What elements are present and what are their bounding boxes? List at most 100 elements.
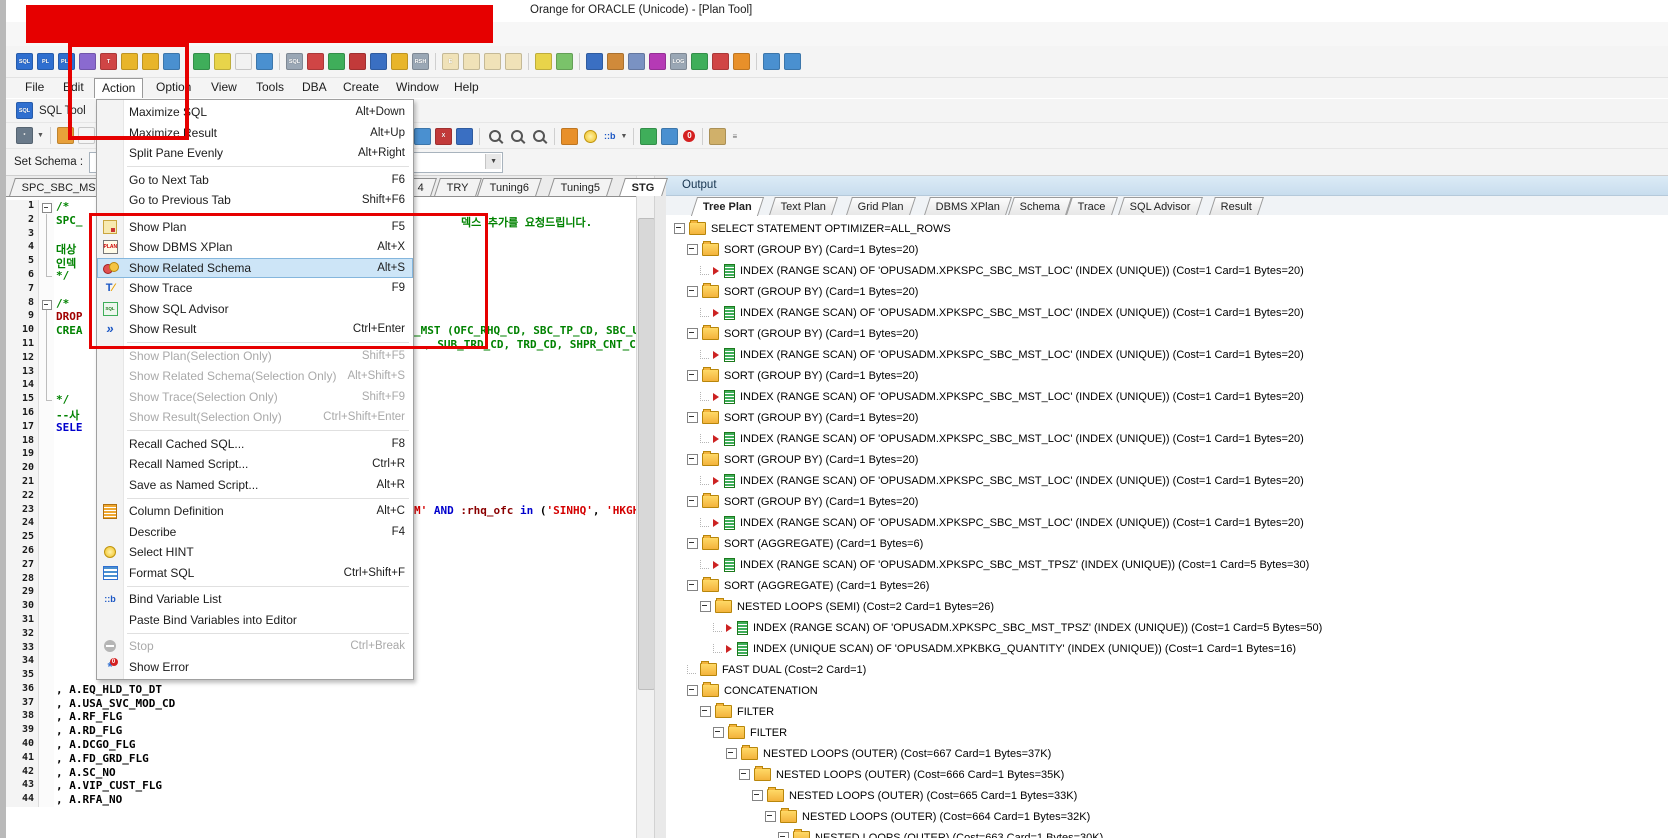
- tree-collapse-icon[interactable]: [687, 370, 698, 381]
- chevron-down-icon[interactable]: ▼: [485, 154, 501, 169]
- tree-collapse-icon[interactable]: [713, 727, 724, 738]
- tree-node[interactable]: INDEX (RANGE SCAN) OF 'OPUSADM.XPKSPC_SB…: [666, 512, 1668, 533]
- toolbar-icon[interactable]: PL: [37, 53, 54, 70]
- toolbar-icon[interactable]: [535, 53, 552, 70]
- hint-lightbulb-icon[interactable]: [584, 130, 597, 143]
- tree-node[interactable]: SORT (GROUP BY) (Card=1 Bytes=20): [666, 323, 1668, 344]
- menubar-item-dba[interactable]: DBA: [295, 78, 334, 97]
- tree-node[interactable]: NESTED LOOPS (OUTER) (Cost=664 Card=1 By…: [666, 806, 1668, 827]
- tree-collapse-icon[interactable]: [687, 454, 698, 465]
- toolbar-icon[interactable]: [628, 53, 645, 70]
- tree-node[interactable]: INDEX (RANGE SCAN) OF 'OPUSADM.XPKSPC_SB…: [666, 344, 1668, 365]
- menu-item-show-error[interactable]: *0Show Error: [97, 657, 413, 678]
- menubar-item-tools[interactable]: Tools: [249, 78, 291, 97]
- toolbar-icon[interactable]: SQL: [16, 53, 33, 70]
- tree-collapse-icon[interactable]: [674, 223, 685, 234]
- scrollbar-thumb[interactable]: [638, 218, 655, 690]
- tree-collapse-icon[interactable]: [778, 832, 789, 838]
- toolbar-icon[interactable]: [586, 53, 603, 70]
- toolbar-icon[interactable]: X: [435, 128, 452, 145]
- toolbar-icon[interactable]: [214, 53, 231, 70]
- output-tab-schema[interactable]: Schema: [1008, 197, 1072, 215]
- toolbar-overflow-icon[interactable]: ≡: [732, 132, 737, 141]
- tree-collapse-icon[interactable]: [726, 748, 737, 759]
- tree-node[interactable]: CONCATENATION: [666, 680, 1668, 701]
- tree-node[interactable]: SORT (GROUP BY) (Card=1 Bytes=20): [666, 239, 1668, 260]
- tree-node[interactable]: NESTED LOOPS (OUTER) (Cost=667 Card=1 By…: [666, 743, 1668, 764]
- tree-collapse-icon[interactable]: [739, 769, 750, 780]
- output-tab-text-plan[interactable]: Text Plan: [769, 197, 838, 215]
- toolbar-icon[interactable]: RSH: [412, 53, 429, 70]
- tree-node[interactable]: SORT (GROUP BY) (Card=1 Bytes=20): [666, 491, 1668, 512]
- output-tab-dbms-xplan[interactable]: DBMS XPlan: [924, 197, 1012, 215]
- toolbar-icon[interactable]: [193, 53, 210, 70]
- tree-node[interactable]: FAST DUAL (Cost=2 Card=1): [666, 659, 1668, 680]
- fold-collapse-icon[interactable]: [42, 203, 52, 213]
- menu-item-column-definition[interactable]: Column DefinitionAlt+C: [97, 501, 413, 522]
- menu-item-bind-variable-list[interactable]: ::bBind Variable List: [97, 589, 413, 610]
- output-tab-tree-plan[interactable]: Tree Plan: [691, 197, 764, 216]
- tree-node[interactable]: INDEX (RANGE SCAN) OF 'OPUSADM.XPKSPC_SB…: [666, 428, 1668, 449]
- tree-node[interactable]: SORT (GROUP BY) (Card=1 Bytes=20): [666, 449, 1668, 470]
- output-tab-sql-advisor[interactable]: SQL Advisor: [1118, 197, 1203, 215]
- menu-item-describe[interactable]: DescribeF4: [97, 522, 413, 543]
- toolbar-icon[interactable]: [556, 53, 573, 70]
- menu-item-go-to-next-tab[interactable]: Go to Next TabF6: [97, 170, 413, 191]
- tree-collapse-icon[interactable]: [687, 538, 698, 549]
- tree-collapse-icon[interactable]: [765, 811, 776, 822]
- tree-collapse-icon[interactable]: [687, 244, 698, 255]
- menubar-item-view[interactable]: View: [204, 78, 244, 97]
- toolbar-icon[interactable]: [784, 53, 801, 70]
- toolbar-icon[interactable]: [307, 53, 324, 70]
- chevron-down-icon[interactable]: ▼: [37, 132, 44, 139]
- tree-collapse-icon[interactable]: [752, 790, 763, 801]
- toolbar-icon[interactable]: [414, 128, 431, 145]
- tree-node[interactable]: FILTER: [666, 701, 1668, 722]
- menu-item-recall-named-script-[interactable]: Recall Named Script...Ctrl+R: [97, 454, 413, 475]
- toolbar-icon[interactable]: [561, 128, 578, 145]
- editor-tab-spc_sbc_ms[interactable]: SPC_SBC_MS: [9, 178, 109, 196]
- toolbar-icon[interactable]: [661, 128, 678, 145]
- editor-tab-stg[interactable]: STG: [619, 178, 667, 196]
- toolbar-icon[interactable]: [370, 53, 387, 70]
- toolbar-icon[interactable]: LOG: [670, 53, 687, 70]
- toolbar-icon[interactable]: [505, 53, 522, 70]
- search-icon[interactable]: [511, 130, 523, 142]
- toolbar-icon[interactable]: [640, 128, 657, 145]
- toolbar-icon[interactable]: [691, 53, 708, 70]
- tree-plan-view[interactable]: SELECT STATEMENT OPTIMIZER=ALL_ROWSSORT …: [666, 215, 1668, 838]
- toolbar-icon[interactable]: [607, 53, 624, 70]
- editor-vertical-scrollbar[interactable]: [636, 176, 655, 838]
- toolbar-icon[interactable]: [733, 53, 750, 70]
- tree-node[interactable]: INDEX (RANGE SCAN) OF 'OPUSADM.XPKSPC_SB…: [666, 302, 1668, 323]
- menu-item-select-hint[interactable]: Select HINT: [97, 542, 413, 563]
- editor-tab-tuning5[interactable]: Tuning5: [548, 178, 613, 196]
- menubar-item-file[interactable]: File: [18, 78, 51, 97]
- tree-node[interactable]: INDEX (RANGE SCAN) OF 'OPUSADM.XPKSPC_SB…: [666, 386, 1668, 407]
- toolbar-icon[interactable]: [256, 53, 273, 70]
- tree-collapse-icon[interactable]: [687, 685, 698, 696]
- menubar-item-create[interactable]: Create: [336, 78, 386, 97]
- tree-node[interactable]: SORT (GROUP BY) (Card=1 Bytes=20): [666, 407, 1668, 428]
- show-error-icon[interactable]: 0: [683, 130, 695, 142]
- tree-node[interactable]: SORT (AGGREGATE) (Card=1 Bytes=6): [666, 533, 1668, 554]
- tree-node[interactable]: SORT (GROUP BY) (Card=1 Bytes=20): [666, 365, 1668, 386]
- output-tab-grid-plan[interactable]: Grid Plan: [846, 197, 916, 215]
- tree-node[interactable]: SELECT STATEMENT OPTIMIZER=ALL_ROWS: [666, 218, 1668, 239]
- chevron-down-icon[interactable]: ▼: [621, 133, 628, 140]
- toolbar-icon[interactable]: *: [16, 127, 33, 144]
- tree-node[interactable]: NESTED LOOPS (OUTER) (Cost=666 Card=1 By…: [666, 764, 1668, 785]
- toolbar-icon[interactable]: [709, 128, 726, 145]
- tree-node[interactable]: SORT (GROUP BY) (Card=1 Bytes=20): [666, 281, 1668, 302]
- search-icon[interactable]: [489, 130, 501, 142]
- tree-collapse-icon[interactable]: [700, 601, 711, 612]
- tree-node[interactable]: NESTED LOOPS (SEMI) (Cost=2 Card=1 Bytes…: [666, 596, 1668, 617]
- menu-item-split-pane-evenly[interactable]: Split Pane EvenlyAlt+Right: [97, 143, 413, 164]
- menubar-item-help[interactable]: Help: [447, 78, 486, 97]
- toolbar-icon[interactable]: [484, 53, 501, 70]
- tree-node[interactable]: INDEX (UNIQUE SCAN) OF 'OPUSADM.XPKBKG_Q…: [666, 638, 1668, 659]
- tree-node[interactable]: INDEX (RANGE SCAN) OF 'OPUSADM.XPKSPC_SB…: [666, 260, 1668, 281]
- toolbar-icon[interactable]: E: [442, 53, 459, 70]
- menu-item-recall-cached-sql-[interactable]: Recall Cached SQL...F8: [97, 434, 413, 455]
- menu-item-paste-bind-variables-into-editor[interactable]: Paste Bind Variables into Editor: [97, 610, 413, 631]
